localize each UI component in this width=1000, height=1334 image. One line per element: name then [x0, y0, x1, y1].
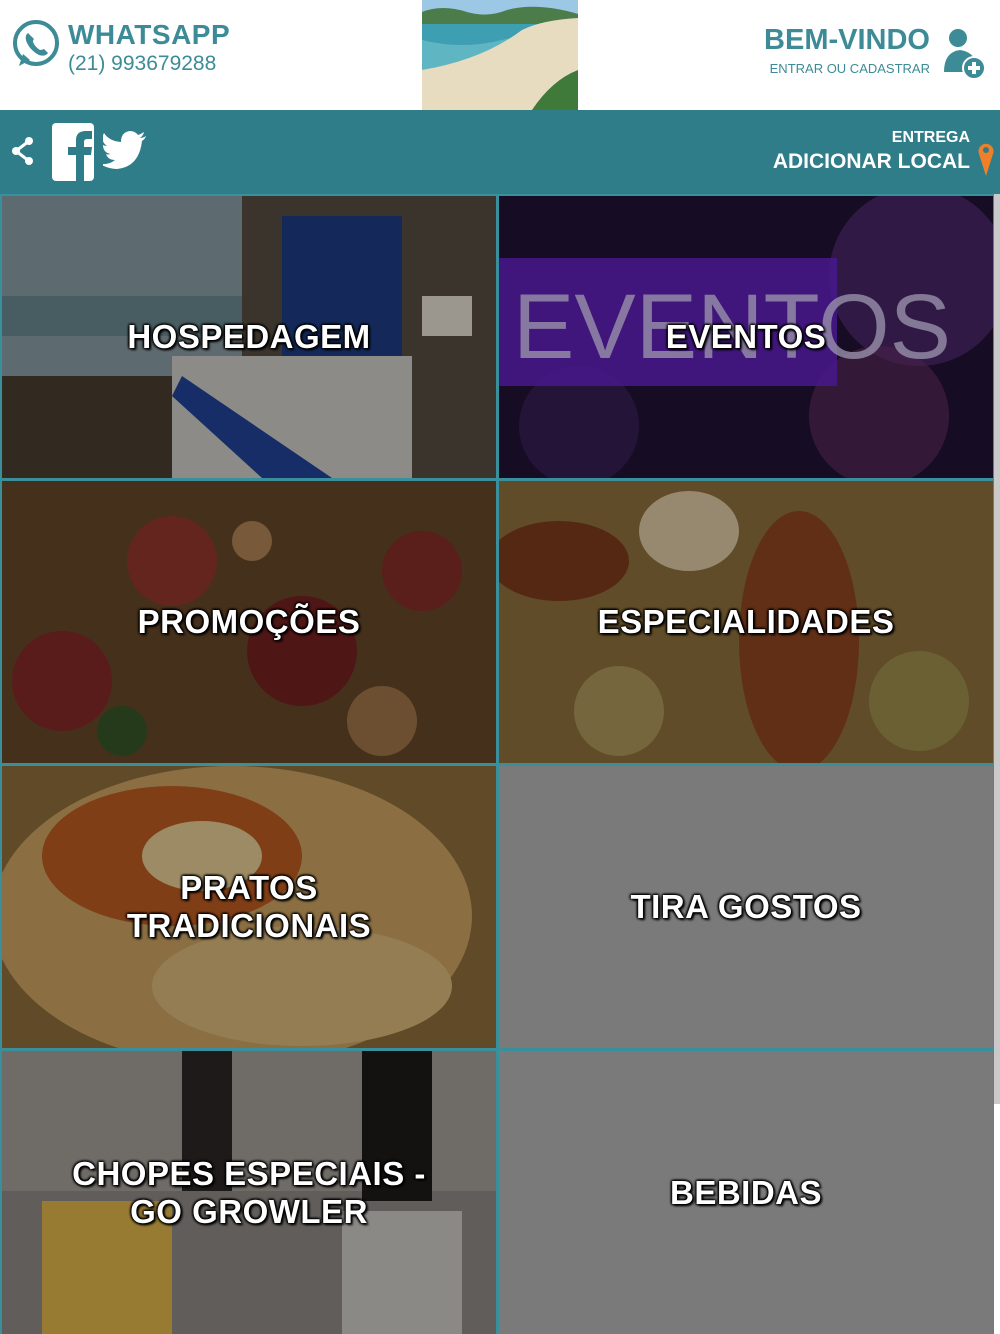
tile-label: TIRA GOSTOS — [630, 888, 862, 925]
tile-label: PROMOÇÕES — [137, 603, 361, 640]
share-icon[interactable] — [10, 136, 36, 166]
tile-label: PRATOS TRADICIONAIS — [126, 869, 372, 944]
tile-eventos[interactable]: EVENTOS EVENTOS — [499, 196, 993, 478]
tile-chopes-especiais[interactable]: CHOPES ESPECIAIS - GO GROWLER — [2, 1051, 496, 1334]
whatsapp-title: WHATSAPP — [68, 19, 231, 50]
welcome-login[interactable]: BEM-VINDO ENTRAR OU CADASTRAR — [764, 24, 930, 78]
whatsapp-phone: (21) 993679288 — [68, 52, 217, 75]
top-header: WHATSAPP (21) 993679288 BEM-VINDO ENTRAR… — [0, 0, 1000, 110]
tile-label: EVENTOS — [665, 318, 827, 355]
delivery-label: ENTREGA — [891, 129, 970, 146]
delivery-location[interactable]: ENTREGA ADICIONAR LOCAL — [773, 128, 970, 176]
welcome-title: BEM-VINDO — [764, 24, 930, 56]
add-location-link[interactable]: ADICIONAR LOCAL — [773, 148, 970, 176]
tile-promocoes[interactable]: PROMOÇÕES — [2, 481, 496, 763]
twitter-icon[interactable] — [103, 130, 147, 170]
tile-hospedagem[interactable]: HOSPEDAGEM — [2, 196, 496, 478]
tile-pratos-tradicionais[interactable]: PRATOS TRADICIONAIS — [2, 766, 496, 1048]
facebook-icon[interactable] — [52, 123, 94, 181]
scrollbar[interactable] — [994, 194, 1000, 1104]
location-pin-icon[interactable] — [978, 140, 994, 176]
tile-label: ESPECIALIDADES — [597, 603, 895, 640]
tile-label: HOSPEDAGEM — [127, 318, 371, 355]
user-add-icon[interactable] — [942, 24, 986, 84]
tile-tira-gostos[interactable]: TIRA GOSTOS — [499, 766, 993, 1048]
whatsapp-contact[interactable]: WHATSAPP (21) 993679288 — [68, 20, 230, 78]
social-delivery-bar: ENTREGA ADICIONAR LOCAL — [0, 110, 1000, 194]
beach-banner-image — [422, 0, 578, 110]
tile-bebidas[interactable]: BEBIDAS — [499, 1051, 993, 1334]
whatsapp-icon[interactable] — [10, 18, 62, 70]
tile-label: BEBIDAS — [669, 1173, 823, 1211]
tile-especialidades[interactable]: ESPECIALIDADES — [499, 481, 993, 763]
category-grid: HOSPEDAGEM EVENTOS EVENTOS PROMOÇÕES ESP… — [0, 194, 994, 1334]
welcome-subtitle: ENTRAR OU CADASTRAR — [769, 61, 930, 76]
tile-label: CHOPES ESPECIAIS - GO GROWLER — [72, 1154, 426, 1230]
